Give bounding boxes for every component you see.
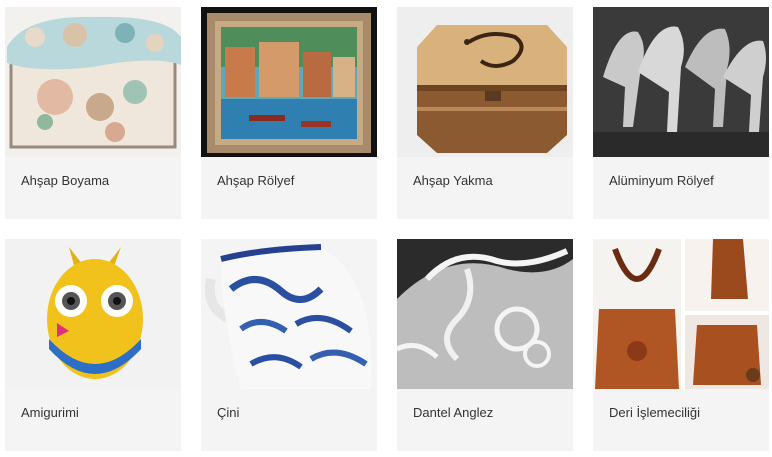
category-card-ahsap-yakma[interactable]: Ahşap Yakma <box>397 7 573 219</box>
pyrography-wood-box-image <box>397 7 573 157</box>
category-title: Ahşap Yakma <box>413 173 493 188</box>
framed-relief-painting-image <box>201 7 377 157</box>
category-thumbnail[interactable] <box>5 7 181 157</box>
lace-embroidery-image <box>397 239 573 389</box>
category-thumbnail[interactable] <box>397 239 573 389</box>
ceramic-jug-image <box>201 239 377 389</box>
category-card-ahsap-rolyef[interactable]: Ahşap Rölyef <box>201 7 377 219</box>
category-thumbnail[interactable] <box>397 7 573 157</box>
category-card-amigurimi[interactable]: Amigurimi <box>5 239 181 451</box>
category-grid: Ahşap Boyama Ahşap Rölyef Ahşap Yakma Al… <box>5 7 769 452</box>
category-title: Dantel Anglez <box>413 405 494 420</box>
category-thumbnail[interactable] <box>5 239 181 389</box>
category-title: Amigurimi <box>21 405 79 420</box>
category-card-deri-islemeciligi[interactable]: Deri İşlemeciliği <box>593 239 769 451</box>
painted-wood-chest-image <box>5 7 181 157</box>
category-thumbnail[interactable] <box>593 7 769 157</box>
category-thumbnail[interactable] <box>201 239 377 389</box>
category-thumbnail[interactable] <box>593 239 769 389</box>
category-card-ahsap-boyama[interactable]: Ahşap Boyama <box>5 7 181 219</box>
category-title: Ahşap Rölyef <box>217 173 295 188</box>
crochet-owl-toy-image <box>5 239 181 389</box>
category-card-dantel-anglez[interactable]: Dantel Anglez <box>397 239 573 451</box>
category-title: Deri İşlemeciliği <box>609 405 701 420</box>
category-card-aluminyum-rolyef[interactable]: Alüminyum Rölyef <box>593 7 769 219</box>
aluminium-horses-relief-image <box>593 7 769 157</box>
category-title: Çini <box>217 405 240 420</box>
category-title: Ahşap Boyama <box>21 173 110 188</box>
category-thumbnail[interactable] <box>201 7 377 157</box>
category-title: Alüminyum Rölyef <box>609 173 714 188</box>
category-card-cini[interactable]: Çini <box>201 239 377 451</box>
leather-bag-image <box>593 239 769 389</box>
